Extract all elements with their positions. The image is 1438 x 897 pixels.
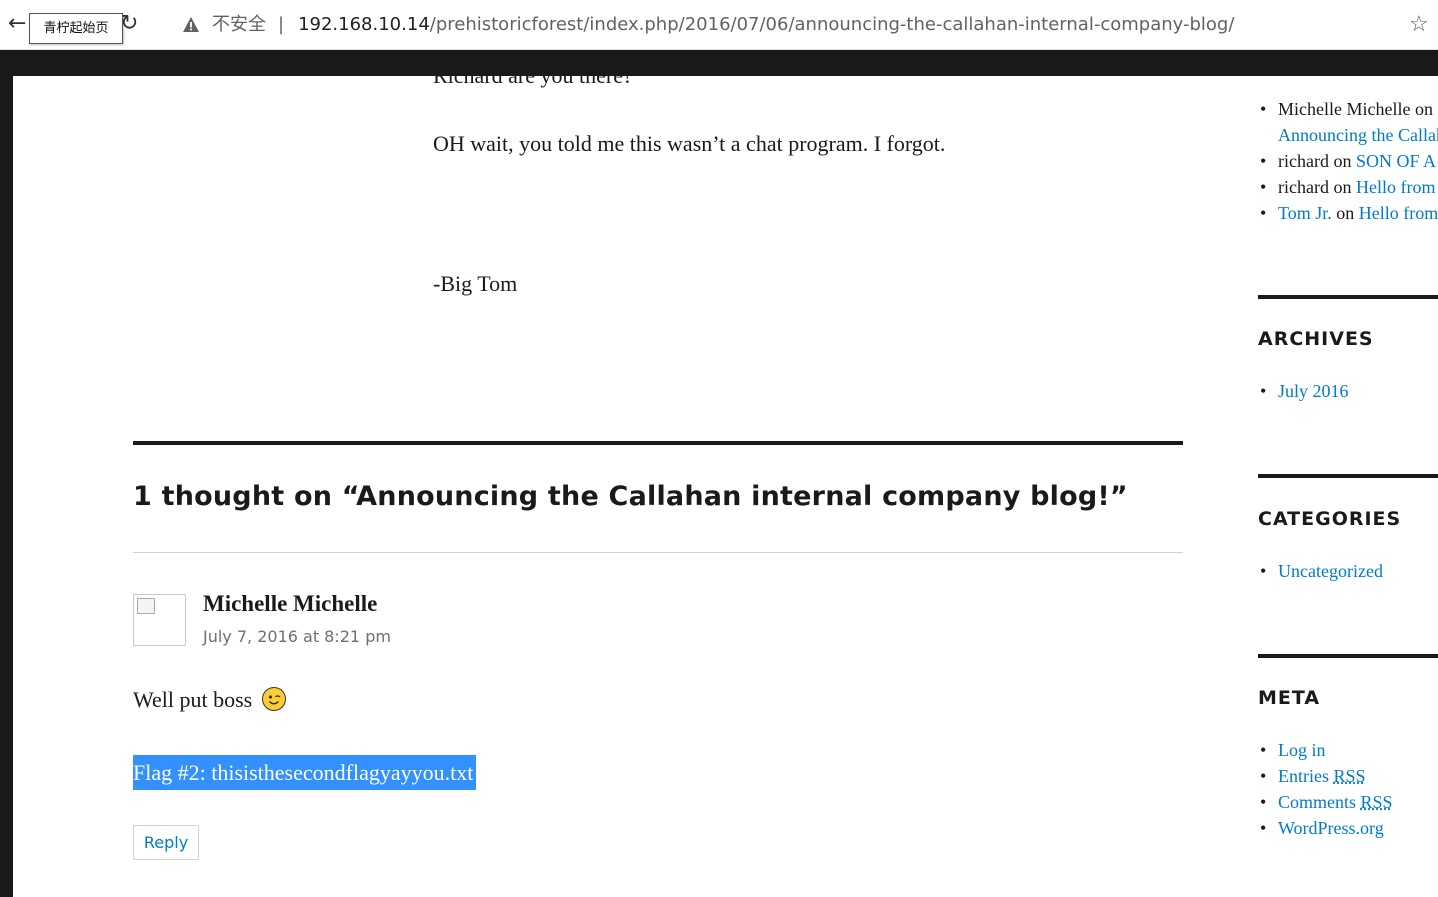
avatar[interactable] bbox=[133, 594, 186, 646]
recent-comment-item: Michelle Michelle on Announcing the Call… bbox=[1258, 96, 1438, 148]
url-host[interactable]: 192.168.10.14 bbox=[298, 10, 430, 40]
recent-comment-author: richard bbox=[1278, 151, 1329, 171]
url-path[interactable]: /prehistoricforest/index.php/2016/07/06/… bbox=[430, 10, 1235, 40]
comments-divider bbox=[133, 441, 1183, 445]
categories-list: Uncategorized bbox=[1258, 558, 1438, 584]
recent-comment-post-link[interactable]: Hello from Tom bbox=[1359, 203, 1438, 223]
category-item: Uncategorized bbox=[1258, 558, 1438, 584]
address-bar[interactable]: 不安全 | 192.168.10.14/prehistoricforest/in… bbox=[182, 10, 1234, 40]
browser-toolbar: ← ↻ 青柠起始页 不安全 | 192.168.10.14/prehistori… bbox=[0, 0, 1438, 50]
meta-item: Log in bbox=[1258, 737, 1438, 763]
insecure-label[interactable]: 不安全 bbox=[212, 10, 266, 40]
tooltip: 青柠起始页 bbox=[29, 13, 123, 44]
comments-title-divider bbox=[133, 552, 1183, 553]
rss-abbr: RSS bbox=[1360, 792, 1393, 812]
comment-date-link[interactable]: July 7, 2016 at 8:21 pm bbox=[203, 627, 391, 646]
archive-item: July 2016 bbox=[1258, 378, 1438, 404]
rss-abbr: RSS bbox=[1333, 766, 1366, 786]
back-arrow-icon[interactable]: ← bbox=[8, 10, 26, 38]
reply-button[interactable]: Reply bbox=[133, 825, 199, 860]
log-in-link[interactable]: Log in bbox=[1278, 740, 1326, 760]
category-link[interactable]: Uncategorized bbox=[1278, 561, 1383, 581]
archives-divider bbox=[1258, 295, 1438, 299]
recent-comment-on: on bbox=[1331, 203, 1359, 223]
meta-divider bbox=[1258, 654, 1438, 658]
selected-flag-text[interactable]: Flag #2: thisisthesecondflagyayyou.txt bbox=[133, 755, 477, 790]
archive-link[interactable]: July 2016 bbox=[1278, 381, 1349, 401]
archives-list: July 2016 bbox=[1258, 378, 1438, 404]
page-top-band bbox=[0, 50, 1438, 76]
comments-rss-link[interactable]: Comments RSS bbox=[1278, 792, 1393, 812]
recent-comment-post-link[interactable]: SON OF A! bbox=[1356, 151, 1438, 171]
recent-comment-post-link[interactable]: Announcing the Callahan internal company… bbox=[1278, 125, 1438, 145]
recent-comment-item: Tom Jr. on Hello from Tom bbox=[1258, 200, 1438, 226]
sidebar: Michelle Michelle on Announcing the Call… bbox=[1258, 76, 1438, 897]
star-icon[interactable]: ☆ bbox=[1409, 10, 1429, 40]
recent-comment-on: on bbox=[1328, 177, 1356, 197]
comments-label: Comments bbox=[1278, 792, 1361, 812]
recent-comment-author-link[interactable]: Tom Jr. bbox=[1278, 203, 1332, 223]
article-signature: -Big Tom bbox=[433, 271, 518, 296]
url-separator: | bbox=[278, 14, 285, 35]
recent-comment-on: on bbox=[1328, 151, 1356, 171]
comments-title: 1 thought on “Announcing the Callahan in… bbox=[133, 481, 1128, 512]
entries-label: Entries bbox=[1278, 766, 1334, 786]
meta-item: WordPress.org bbox=[1258, 815, 1438, 841]
categories-divider bbox=[1258, 474, 1438, 478]
entries-rss-link[interactable]: Entries RSS bbox=[1278, 766, 1366, 786]
warning-triangle-icon[interactable] bbox=[182, 16, 200, 34]
meta-list: Log in Entries RSS Comments RSS WordPres… bbox=[1258, 737, 1438, 841]
meta-item: Comments RSS bbox=[1258, 789, 1438, 815]
recent-comments-list: Michelle Michelle on Announcing the Call… bbox=[1258, 96, 1438, 226]
recent-comment-post-link[interactable]: Hello from Tom bbox=[1356, 177, 1438, 197]
broken-image-icon bbox=[137, 598, 155, 614]
recent-comment-author: Michelle Michelle bbox=[1278, 99, 1411, 119]
categories-title: CATEGORIES bbox=[1258, 508, 1402, 530]
page-content: Richard are you there? OH wait, you told… bbox=[13, 76, 1438, 897]
article-paragraph: OH wait, you told me this wasn’t a chat … bbox=[433, 131, 946, 156]
article-line-partial: Richard are you there? bbox=[433, 76, 633, 90]
recent-comment-item: richard on SON OF A! bbox=[1258, 148, 1438, 174]
comment-text: Well put boss bbox=[133, 686, 286, 714]
archives-title: ARCHIVES bbox=[1258, 328, 1374, 350]
comment-author: Michelle Michelle bbox=[203, 591, 378, 616]
comment-text-label: Well put boss bbox=[133, 687, 253, 712]
recent-comment-item: richard on Hello from Tom bbox=[1258, 174, 1438, 200]
meta-title: META bbox=[1258, 687, 1321, 709]
meta-item: Entries RSS bbox=[1258, 763, 1438, 789]
wink-emoji-icon bbox=[261, 687, 286, 711]
recent-comment-on: on bbox=[1410, 99, 1433, 119]
wordpress-org-link[interactable]: WordPress.org bbox=[1278, 818, 1384, 838]
recent-comment-author: richard bbox=[1278, 177, 1329, 197]
